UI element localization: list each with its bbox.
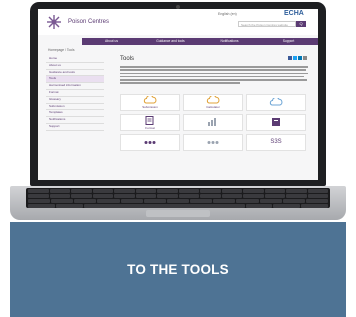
- sidebar: Home About us Guidance and tools Tools H…: [46, 56, 104, 131]
- nav-item-about[interactable]: About us: [82, 38, 141, 45]
- email-icon[interactable]: [303, 56, 307, 60]
- sidebar-item[interactable]: Submission: [46, 104, 104, 111]
- tool-tile[interactable]: [183, 114, 243, 131]
- sidebar-item[interactable]: Notifications: [46, 117, 104, 124]
- echa-logo: ECHA: [284, 10, 304, 17]
- document-icon: [145, 115, 154, 125]
- keyboard: [26, 188, 330, 208]
- cloud-icon: [206, 96, 220, 104]
- sidebar-item[interactable]: About us: [46, 63, 104, 70]
- tool-tile[interactable]: S3S: [246, 134, 306, 151]
- laptop-screen: Poison Centres English (en) ECHA Search …: [38, 9, 318, 180]
- to-the-tools-banner[interactable]: TO THE TOOLS: [10, 222, 346, 317]
- twitter-icon[interactable]: [293, 56, 297, 60]
- s3s-icon: S3S: [270, 139, 282, 145]
- tool-tile[interactable]: [246, 114, 306, 131]
- main-navigation: About us Guidance and tools Notification…: [82, 38, 318, 45]
- tool-tile[interactable]: [183, 134, 243, 151]
- sidebar-item[interactable]: Guidance and tools: [46, 70, 104, 77]
- cloud-icon: [269, 98, 283, 106]
- search-button[interactable]: Q: [296, 21, 306, 27]
- tool-label: Calculator: [206, 105, 220, 109]
- dots-icon: [207, 140, 219, 144]
- sidebar-item[interactable]: Home: [46, 56, 104, 63]
- tool-tile[interactable]: Format: [120, 114, 180, 131]
- tool-tile[interactable]: [246, 94, 306, 111]
- cloud-icon: [143, 96, 157, 104]
- breadcrumb[interactable]: Homepage / Tools: [48, 48, 75, 52]
- banner-label: TO THE TOOLS: [127, 262, 229, 277]
- bars-icon: [272, 118, 280, 126]
- site-title: Poison Centres: [68, 19, 110, 25]
- facebook-icon[interactable]: [288, 56, 292, 60]
- tools-grid: Submission Calculator Format S3S: [120, 94, 308, 151]
- sidebar-item[interactable]: Templates: [46, 110, 104, 118]
- touchpad: [146, 210, 210, 217]
- bars-icon: [208, 118, 216, 126]
- tool-tile[interactable]: [120, 134, 180, 151]
- tool-tile[interactable]: Submission: [120, 94, 180, 111]
- sidebar-item[interactable]: Format: [46, 90, 104, 97]
- nav-item-notifications[interactable]: Notifications: [200, 38, 259, 45]
- search-input[interactable]: Search the Poison Centres website: [238, 21, 296, 27]
- site-header: Poison Centres English (en) ECHA Search …: [38, 9, 318, 35]
- language-selector[interactable]: English (en): [218, 12, 237, 16]
- main-content: Tools Submission Calculator Format S3S: [120, 56, 310, 151]
- sidebar-item[interactable]: Glossary: [46, 97, 104, 104]
- nav-item-guidance[interactable]: Guidance and tools: [141, 38, 200, 45]
- tool-label: Submission: [142, 105, 158, 109]
- linkedin-icon[interactable]: [298, 56, 302, 60]
- dots-icon: [144, 140, 156, 144]
- sidebar-item[interactable]: Support: [46, 124, 104, 131]
- intro-text: [120, 66, 310, 86]
- share-icons: [288, 56, 307, 60]
- sidebar-item-active[interactable]: Tools: [46, 76, 104, 84]
- tool-tile[interactable]: Calculator: [183, 94, 243, 111]
- sidebar-item[interactable]: Harmonised information: [46, 83, 104, 90]
- nav-item-support[interactable]: Support: [259, 38, 318, 45]
- page-title: Tools: [120, 56, 135, 62]
- poison-centres-logo-icon: [47, 15, 61, 29]
- tool-label: Format: [145, 125, 155, 130]
